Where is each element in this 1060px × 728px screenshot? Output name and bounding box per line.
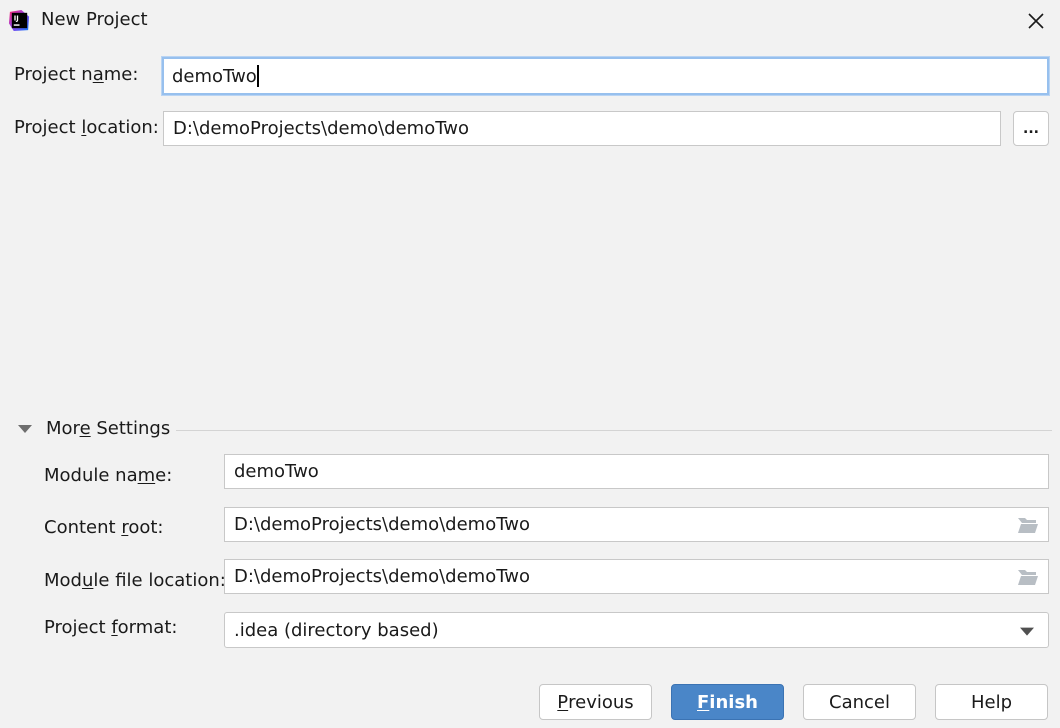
module-name-value: demoTwo bbox=[234, 461, 319, 482]
module-file-location-value: D:\demoProjects\demo\demoTwo bbox=[234, 566, 530, 587]
section-divider bbox=[176, 430, 1052, 431]
help-button[interactable]: Help bbox=[935, 684, 1048, 720]
window-title: New Project bbox=[41, 9, 148, 30]
project-format-label: Project format: bbox=[44, 617, 178, 638]
chevron-down-icon bbox=[1020, 627, 1034, 636]
more-settings-toggle[interactable]: More Settings bbox=[18, 418, 170, 439]
content-root-input[interactable]: D:\demoProjects\demo\demoTwo bbox=[224, 507, 1049, 542]
previous-button[interactable]: Previous bbox=[539, 684, 652, 720]
cancel-button[interactable]: Cancel bbox=[803, 684, 916, 720]
expand-triangle-icon bbox=[18, 424, 32, 433]
project-location-label: Project location: bbox=[14, 117, 159, 138]
module-name-input[interactable]: demoTwo bbox=[224, 454, 1049, 489]
module-file-location-input[interactable]: D:\demoProjects\demo\demoTwo bbox=[224, 559, 1049, 594]
content-root-value: D:\demoProjects\demo\demoTwo bbox=[234, 514, 530, 535]
project-format-select[interactable]: .idea (directory based) bbox=[224, 612, 1049, 648]
module-file-location-label: Module file location: bbox=[44, 570, 226, 591]
content-root-label: Content root: bbox=[44, 517, 164, 538]
folder-icon[interactable] bbox=[1017, 516, 1039, 534]
project-name-label: Project name: bbox=[14, 64, 139, 85]
folder-icon[interactable] bbox=[1017, 568, 1039, 586]
finish-button[interactable]: Finish bbox=[671, 684, 784, 720]
browse-location-button[interactable]: ... bbox=[1013, 111, 1049, 146]
text-caret bbox=[256, 65, 259, 87]
more-settings-title: More Settings bbox=[46, 418, 171, 439]
project-name-input[interactable]: demoTwo bbox=[162, 57, 1049, 95]
intellij-idea-icon: IJ bbox=[8, 9, 30, 32]
project-format-value: .idea (directory based) bbox=[234, 619, 439, 641]
svg-text:IJ: IJ bbox=[14, 15, 19, 23]
project-name-value: demoTwo bbox=[172, 65, 257, 87]
close-icon[interactable] bbox=[1024, 9, 1048, 33]
project-location-value: D:\demoProjects\demo\demoTwo bbox=[173, 118, 469, 139]
title-bar: IJ New Project bbox=[0, 0, 1060, 42]
project-location-input[interactable]: D:\demoProjects\demo\demoTwo bbox=[163, 111, 1001, 146]
module-name-label: Module name: bbox=[44, 465, 173, 486]
